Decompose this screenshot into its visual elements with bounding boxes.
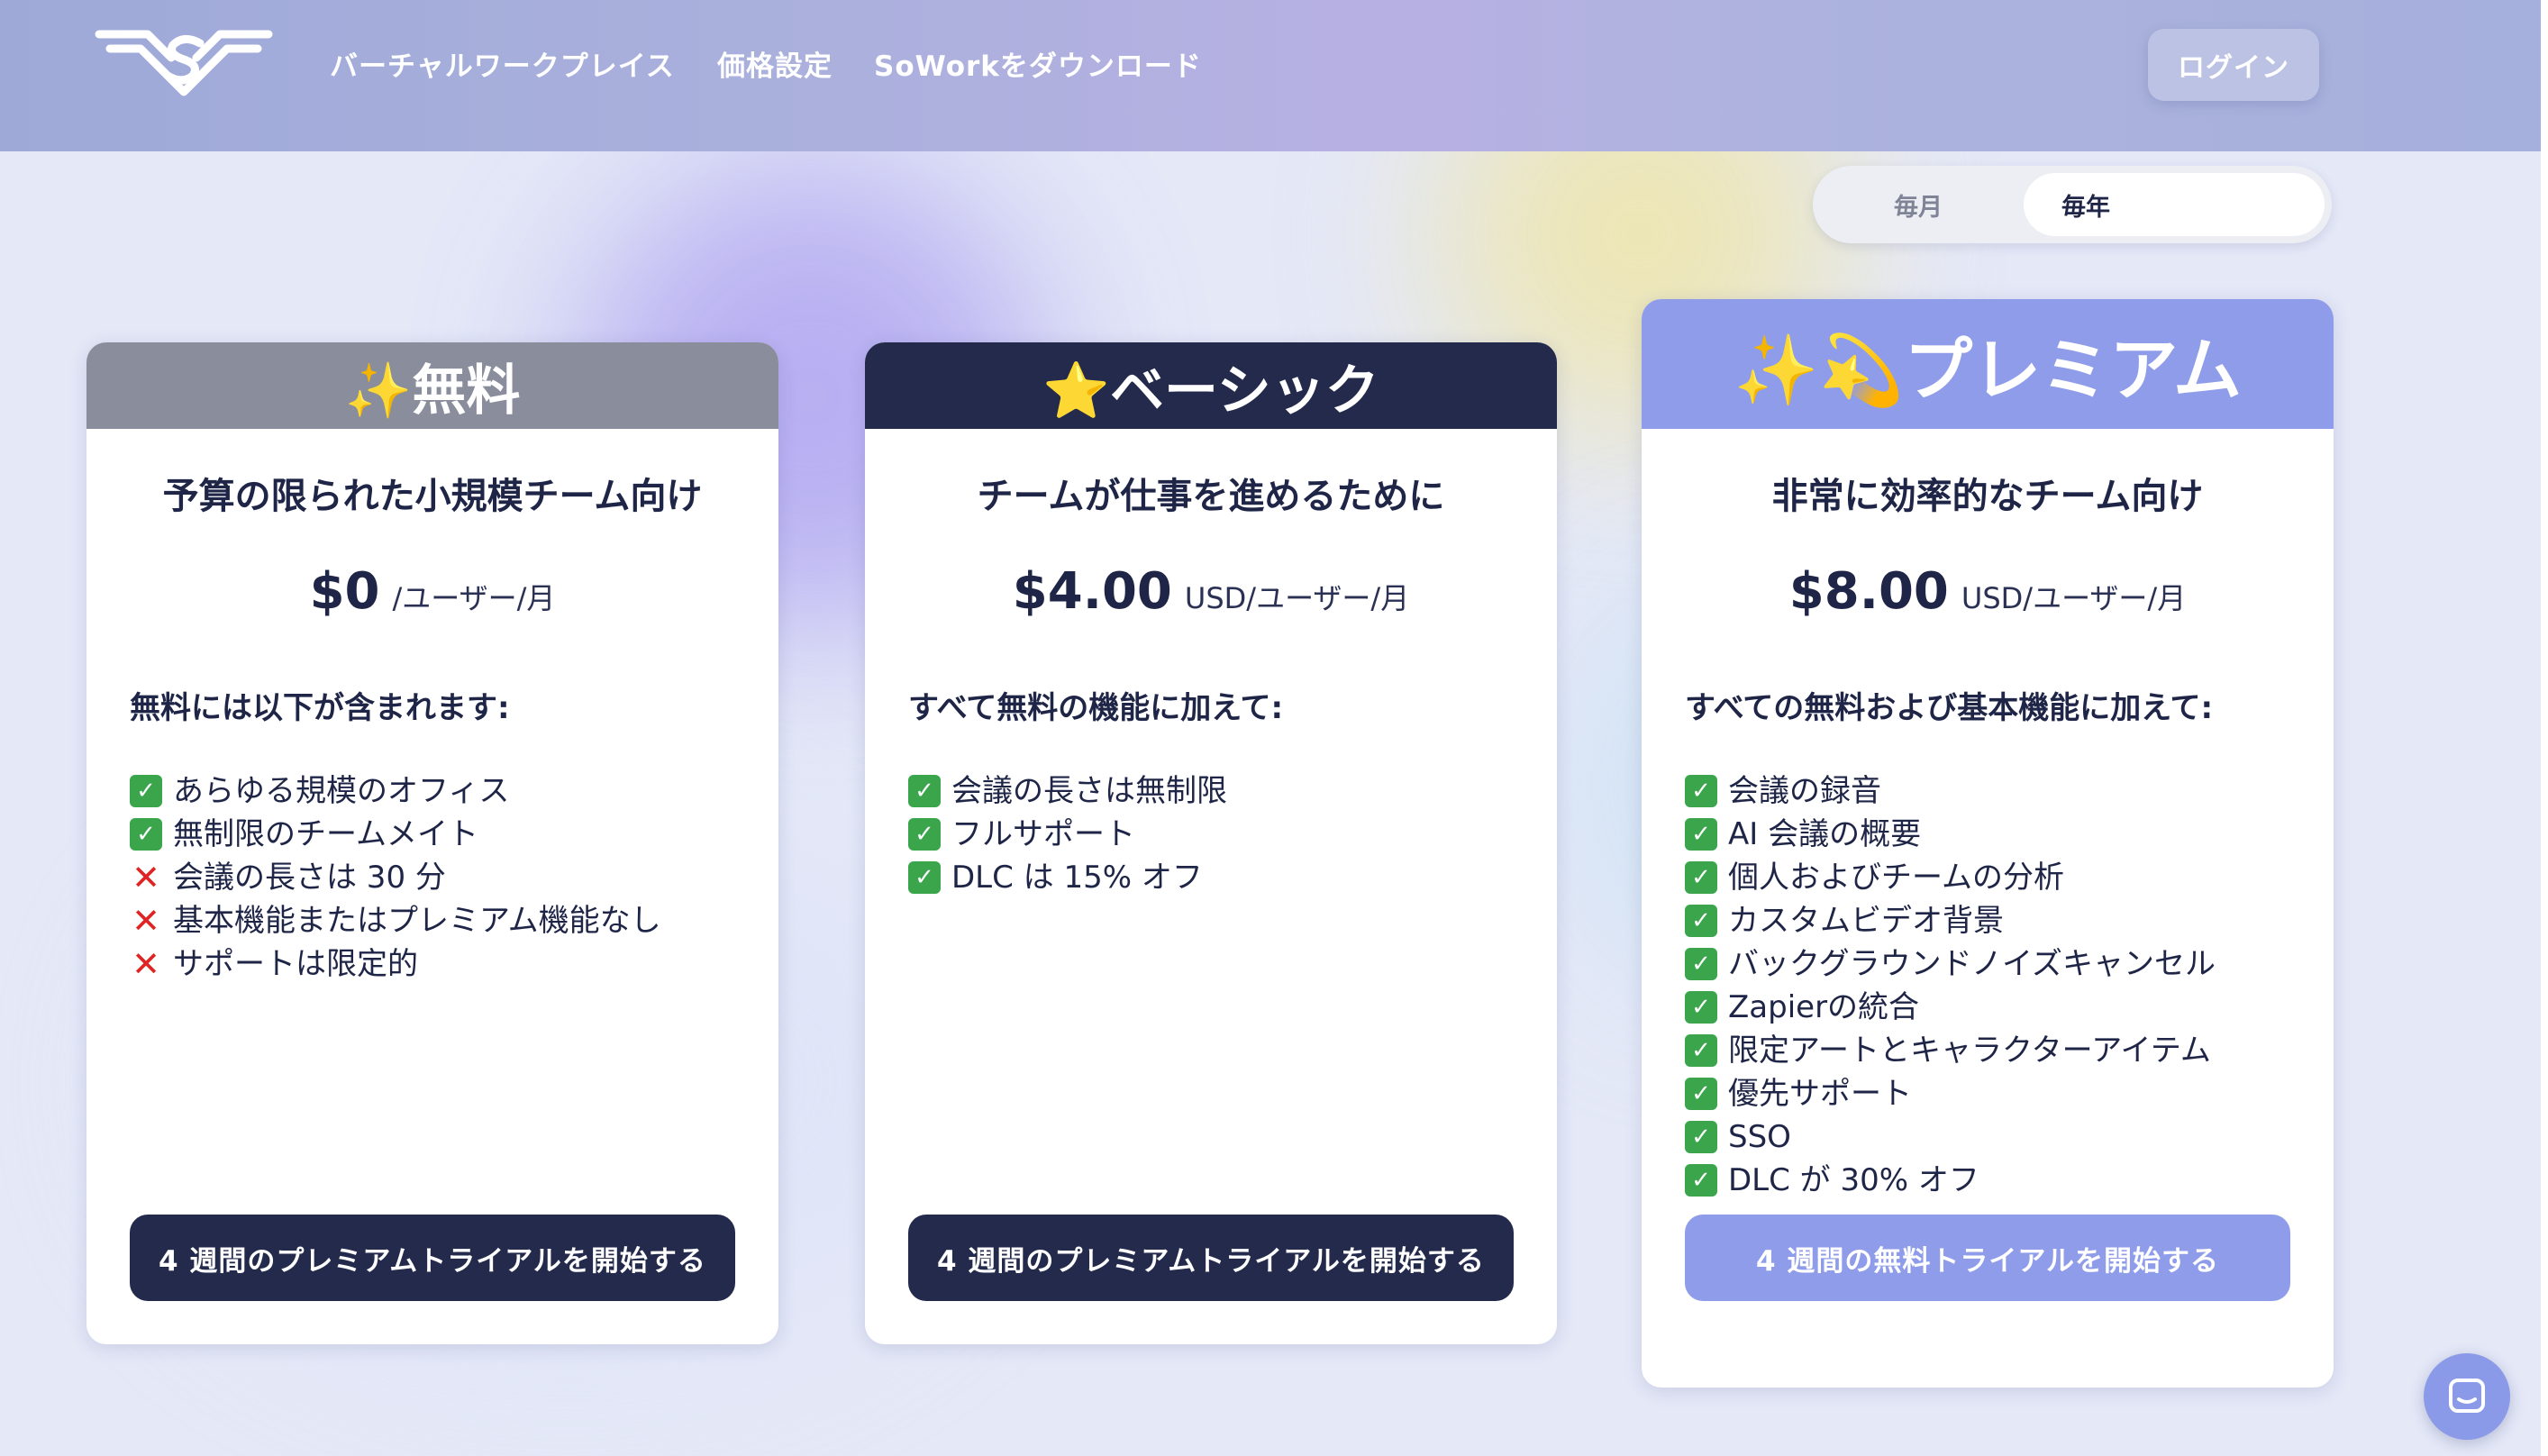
price-amount: $8.00: [1788, 562, 1949, 621]
chat-bubble-icon[interactable]: [2424, 1353, 2510, 1440]
nav-link-virtual-workplace[interactable]: バーチャルワークプレイス: [330, 43, 675, 84]
check-mark-icon: ✓: [1685, 1164, 1717, 1197]
plan-card-basic: ⭐ベーシック チームが仕事を進めるために $4.00 USD/ユーザー/月 すべ…: [865, 342, 1557, 1344]
feature-item: ✓ 会議の録音: [1685, 769, 2216, 813]
plan-subtitle: 非常に効率的なチーム向け: [1771, 476, 2204, 517]
feature-item: ✓ AI 会議の概要: [1685, 813, 2216, 856]
cross-mark-icon: ✕: [132, 944, 160, 984]
check-mark-icon: ✓: [1685, 948, 1717, 980]
toggle-option-monthly[interactable]: 毎月: [1894, 173, 2029, 236]
feature-item: ✓ あらゆる規模のオフィス: [130, 769, 661, 813]
price-row: $8.00 USD/ユーザー/月: [1642, 562, 2334, 621]
includes-title: 無料には以下が含まれます:: [130, 690, 510, 726]
start-trial-button[interactable]: 4 週間のプレミアムトライアルを開始する: [130, 1215, 735, 1301]
check-mark-icon: ✓: [908, 861, 941, 894]
check-mark-icon: ✓: [1685, 1078, 1717, 1110]
check-mark-icon: ✓: [1685, 991, 1717, 1024]
price-unit: USD/ユーザー/月: [1184, 581, 1410, 615]
check-mark-icon: ✓: [908, 818, 941, 851]
check-mark-icon: ✓: [1685, 818, 1717, 851]
check-mark-icon: ✓: [1685, 1034, 1717, 1067]
nav-link-download[interactable]: SoWorkをダウンロード: [874, 43, 1202, 84]
nav-link-pricing[interactable]: 価格設定: [717, 43, 833, 84]
check-mark-icon: ✓: [1685, 1121, 1717, 1153]
feature-item: ✓ 優先サポート: [1685, 1072, 2216, 1115]
cross-mark-icon: ✕: [132, 858, 160, 897]
feature-item: ✓ DLC が 30% オフ: [1685, 1159, 2216, 1202]
check-mark-icon: ✓: [1685, 861, 1717, 894]
feature-item: ✓ バックグラウンドノイズキャンセル: [1685, 942, 2216, 986]
price-unit: /ユーザー/月: [392, 581, 556, 615]
sowork-logo-icon[interactable]: [94, 25, 274, 101]
cross-mark-icon: ✕: [132, 901, 160, 941]
feature-item: ✓ 会議の長さは無制限: [908, 769, 1227, 813]
login-button[interactable]: ログイン: [2148, 29, 2319, 101]
plan-name: ⭐ベーシック: [865, 342, 1557, 429]
check-mark-icon: ✓: [130, 818, 162, 851]
price-unit: USD/ユーザー/月: [1961, 581, 2187, 615]
feature-item: ✓ 個人およびチームの分析: [1685, 856, 2216, 899]
plan-subtitle: 予算の限られた小規模チーム向け: [162, 476, 703, 517]
top-navbar: バーチャルワークプレイス 価格設定 SoWorkをダウンロード ログイン: [0, 0, 2541, 151]
plan-subtitle: チームが仕事を進めるために: [977, 476, 1445, 517]
includes-title: すべての無料および基本機能に加えて:: [1685, 690, 2214, 726]
check-mark-icon: ✓: [908, 775, 941, 807]
price-row: $4.00 USD/ユーザー/月: [865, 562, 1557, 621]
plan-name: ✨💫プレミアム: [1642, 299, 2334, 429]
feature-list: ✓ 会議の録音 ✓ AI 会議の概要 ✓ 個人およびチームの分析 ✓ カスタムビデオ背景…: [1685, 769, 2216, 1202]
feature-item: ✓ Zapierの統合: [1685, 986, 2216, 1029]
check-mark-icon: ✓: [1685, 905, 1717, 937]
price-amount: $0: [309, 562, 380, 621]
feature-item: ✕ 会議の長さは 30 分: [130, 856, 661, 899]
feature-list: ✓ 会議の長さは無制限 ✓ フルサポート ✓ DLC は 15% オフ: [908, 769, 1227, 899]
feature-item: ✓ DLC は 15% オフ: [908, 856, 1227, 899]
toggle-option-yearly[interactable]: 毎年: [2024, 173, 2325, 236]
feature-item: ✓ 限定アートとキャラクターアイテム: [1685, 1029, 2216, 1072]
billing-period-toggle[interactable]: 毎月 毎年: [1813, 166, 2332, 243]
price-amount: $4.00: [1012, 562, 1172, 621]
plan-card-free: ✨無料 予算の限られた小規模チーム向け $0 /ユーザー/月 無料には以下が含ま…: [86, 342, 778, 1344]
plan-name: ✨無料: [86, 342, 778, 429]
feature-item: ✓ カスタムビデオ背景: [1685, 899, 2216, 942]
plan-card-premium: ✨💫プレミアム 非常に効率的なチーム向け $8.00 USD/ユーザー/月 すべ…: [1642, 299, 2334, 1388]
feature-list: ✓ あらゆる規模のオフィス ✓ 無制限のチームメイト ✕ 会議の長さは 30 分 ✕ 基…: [130, 769, 661, 986]
check-mark-icon: ✓: [130, 775, 162, 807]
feature-item: ✓ 無制限のチームメイト: [130, 813, 661, 856]
check-mark-icon: ✓: [1685, 775, 1717, 807]
start-trial-button[interactable]: 4 週間のプレミアムトライアルを開始する: [908, 1215, 1514, 1301]
feature-item: ✕ 基本機能またはプレミアム機能なし: [130, 899, 661, 942]
feature-item: ✓ SSO: [1685, 1115, 2216, 1159]
start-trial-button[interactable]: 4 週間の無料トライアルを開始する: [1685, 1215, 2290, 1301]
price-row: $0 /ユーザー/月: [86, 562, 778, 621]
feature-item: ✕ サポートは限定的: [130, 942, 661, 986]
includes-title: すべて無料の機能に加えて:: [908, 690, 1284, 726]
feature-item: ✓ フルサポート: [908, 813, 1227, 856]
